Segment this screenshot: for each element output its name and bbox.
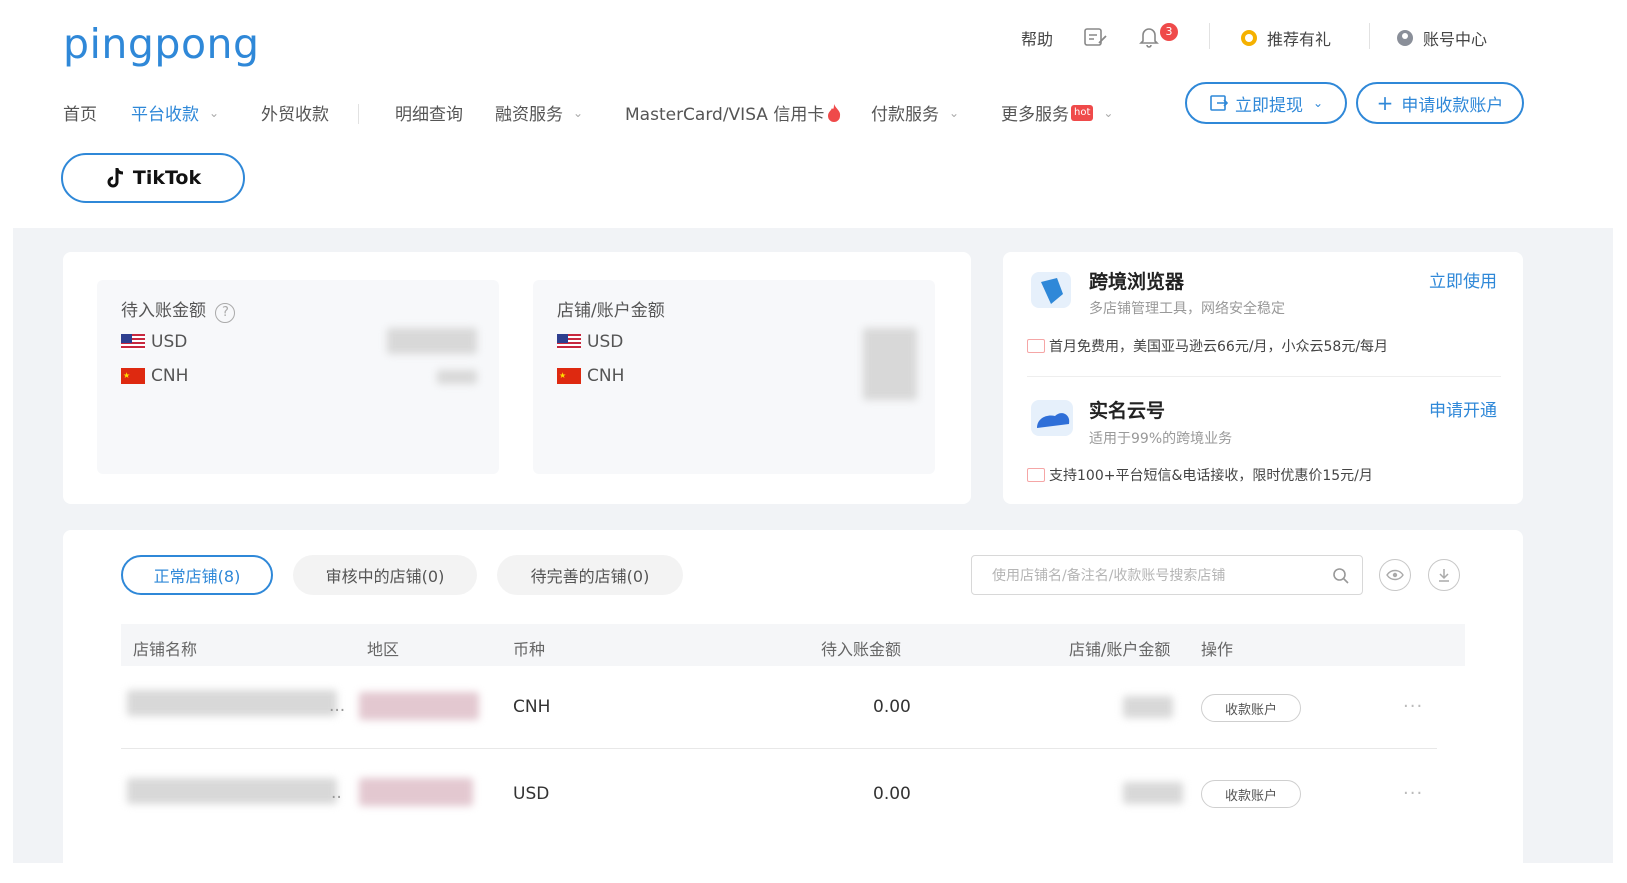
- divider: [1209, 23, 1210, 49]
- pending-amount-cell: 0.00: [873, 697, 911, 717]
- nav-trade-collection[interactable]: 外贸收款: [261, 100, 329, 125]
- ellipsis: ...: [329, 696, 346, 716]
- app-frame: pingpong 帮助 3 推荐有礼 账号中心 首页 平台收款 ⌄ 外贸收款 明细…: [13, 8, 1613, 863]
- bell-icon: [1139, 28, 1159, 48]
- referral-link[interactable]: 推荐有礼: [1239, 26, 1331, 50]
- cnh-row: ★ CNH: [557, 366, 625, 386]
- hot-badge: hot: [1071, 104, 1094, 121]
- redacted-amount: [387, 328, 477, 354]
- nav-payment-service[interactable]: 付款服务 ⌄: [871, 100, 959, 125]
- cnh-row: ★ CNH: [121, 366, 189, 386]
- promo-card: 跨境浏览器 多店铺管理工具，网络安全稳定 立即使用 首月免费用，美国亚马逊云66…: [1003, 252, 1523, 504]
- col-actions: 操作: [1201, 640, 1234, 659]
- divider: [1027, 376, 1501, 377]
- cloud-phone-icon: [1031, 400, 1073, 436]
- collection-account-button[interactable]: 收款账户: [1201, 780, 1301, 808]
- pending-balance-panel: 待入账金额 ? USD ★ CNH: [97, 280, 499, 474]
- tab-normal-stores[interactable]: 正常店铺(8): [121, 555, 273, 595]
- tab-incomplete-stores[interactable]: 待完善的店铺(0): [497, 555, 683, 595]
- redacted-amount: [863, 328, 917, 400]
- coin-icon: [1241, 30, 1257, 46]
- currency-cell: CNH: [513, 697, 551, 717]
- ticket-icon: [1027, 468, 1045, 482]
- pending-amount-cell: 0.00: [873, 784, 911, 804]
- search-icon[interactable]: [1332, 567, 1350, 585]
- col-currency: 币种: [513, 640, 546, 659]
- col-pending-amount: 待入账金额: [821, 640, 902, 659]
- plus-icon: +: [1376, 91, 1394, 115]
- tab-reviewing-stores[interactable]: 审核中的店铺(0): [293, 555, 477, 595]
- col-store-name: 店铺名称: [133, 640, 198, 659]
- redacted-region: [359, 692, 479, 720]
- apply-account-button[interactable]: + 申请收款账户: [1356, 82, 1524, 124]
- chevron-down-icon: ⌄: [949, 105, 960, 120]
- ticket-icon: [1027, 339, 1045, 353]
- divider: [358, 104, 359, 124]
- promo-note: 支持100+平台短信&电话接收，限时优惠价15元/月: [1027, 465, 1373, 485]
- us-flag-icon: [121, 334, 145, 350]
- nav-detail-query[interactable]: 明细查询: [395, 100, 463, 125]
- promo-subtitle: 多店铺管理工具，网络安全稳定: [1089, 301, 1285, 317]
- store-balance-panel: 店铺/账户金额 USD ★ CNH: [533, 280, 935, 474]
- store-search-input[interactable]: 使用店铺名/备注名/收款账号搜索店铺: [971, 555, 1363, 595]
- chevron-down-icon: ⌄: [209, 105, 220, 120]
- promo-title: 跨境浏览器: [1089, 271, 1185, 293]
- tab-tiktok[interactable]: TikTok: [61, 153, 245, 203]
- nav-home[interactable]: 首页: [63, 100, 97, 125]
- help-circle-icon[interactable]: ?: [215, 303, 236, 323]
- help-link[interactable]: 帮助: [1021, 26, 1053, 50]
- user-icon: [1397, 30, 1413, 46]
- cn-flag-icon: ★: [121, 368, 145, 384]
- redacted-amount: [1123, 782, 1183, 804]
- top-bar: pingpong 帮助 3 推荐有礼 账号中心 首页 平台收款 ⌄ 外贸收款 明细…: [13, 8, 1613, 228]
- redacted-store-name: [127, 778, 337, 804]
- col-region: 地区: [367, 640, 400, 659]
- ellipsis: ..: [331, 783, 342, 803]
- divider: [1369, 23, 1370, 49]
- chevron-down-icon: ⌄: [1103, 105, 1114, 120]
- download-icon[interactable]: [1428, 559, 1460, 591]
- edit-icon[interactable]: [1083, 26, 1109, 48]
- chevron-down-icon: ⌄: [573, 105, 584, 120]
- store-balance-title: 店铺/账户金额: [557, 301, 665, 321]
- redacted-region: [359, 778, 473, 806]
- collection-account-button[interactable]: 收款账户: [1201, 694, 1301, 722]
- promo-note: 首月免费用，美国亚马逊云66元/月，小众云58元/每月: [1027, 336, 1388, 356]
- eye-icon[interactable]: [1379, 559, 1411, 591]
- more-icon[interactable]: ···: [1403, 696, 1423, 717]
- fire-icon: [828, 103, 841, 122]
- redacted-amount: [1123, 696, 1173, 718]
- col-store-amount: 店铺/账户金额: [1069, 640, 1171, 659]
- chevron-down-icon: ⌄: [1312, 96, 1324, 110]
- balances-card: 待入账金额 ? USD ★ CNH 店铺/账户金额 USD ★ CNH: [63, 252, 971, 504]
- account-center-link[interactable]: 账号中心: [1395, 26, 1487, 50]
- withdraw-icon: [1210, 95, 1229, 111]
- redacted-store-name: [127, 690, 337, 716]
- redacted-amount: [437, 370, 477, 384]
- apply-link[interactable]: 申请开通: [1429, 396, 1497, 421]
- cn-flag-icon: ★: [557, 368, 581, 384]
- notification-bell[interactable]: 3: [1139, 23, 1178, 48]
- pending-balance-title: 待入账金额 ?: [121, 296, 236, 323]
- table-header: [121, 624, 1465, 666]
- use-now-link[interactable]: 立即使用: [1429, 267, 1497, 292]
- row-divider: [121, 748, 1437, 749]
- usd-row: USD: [121, 332, 187, 352]
- more-icon[interactable]: ···: [1403, 783, 1423, 804]
- nav-credit-card[interactable]: MasterCard/VISA 信用卡: [625, 100, 842, 125]
- nav-platform-collection[interactable]: 平台收款 ⌄: [131, 100, 219, 125]
- promo-title: 实名云号: [1089, 400, 1166, 422]
- currency-cell: USD: [513, 784, 550, 804]
- promo-subtitle: 适用于99%的跨境业务: [1089, 431, 1233, 447]
- pingpong-logo[interactable]: pingpong: [63, 20, 260, 68]
- withdraw-button[interactable]: 立即提现 ⌄: [1185, 82, 1347, 124]
- shield-icon: [1031, 272, 1071, 308]
- nav-financing[interactable]: 融资服务 ⌄: [495, 100, 583, 125]
- us-flag-icon: [557, 334, 581, 350]
- notification-badge: 3: [1160, 23, 1178, 41]
- nav-more-services[interactable]: 更多服务 hot ⌄: [1001, 100, 1113, 125]
- usd-row: USD: [557, 332, 623, 352]
- tiktok-icon: [107, 168, 123, 188]
